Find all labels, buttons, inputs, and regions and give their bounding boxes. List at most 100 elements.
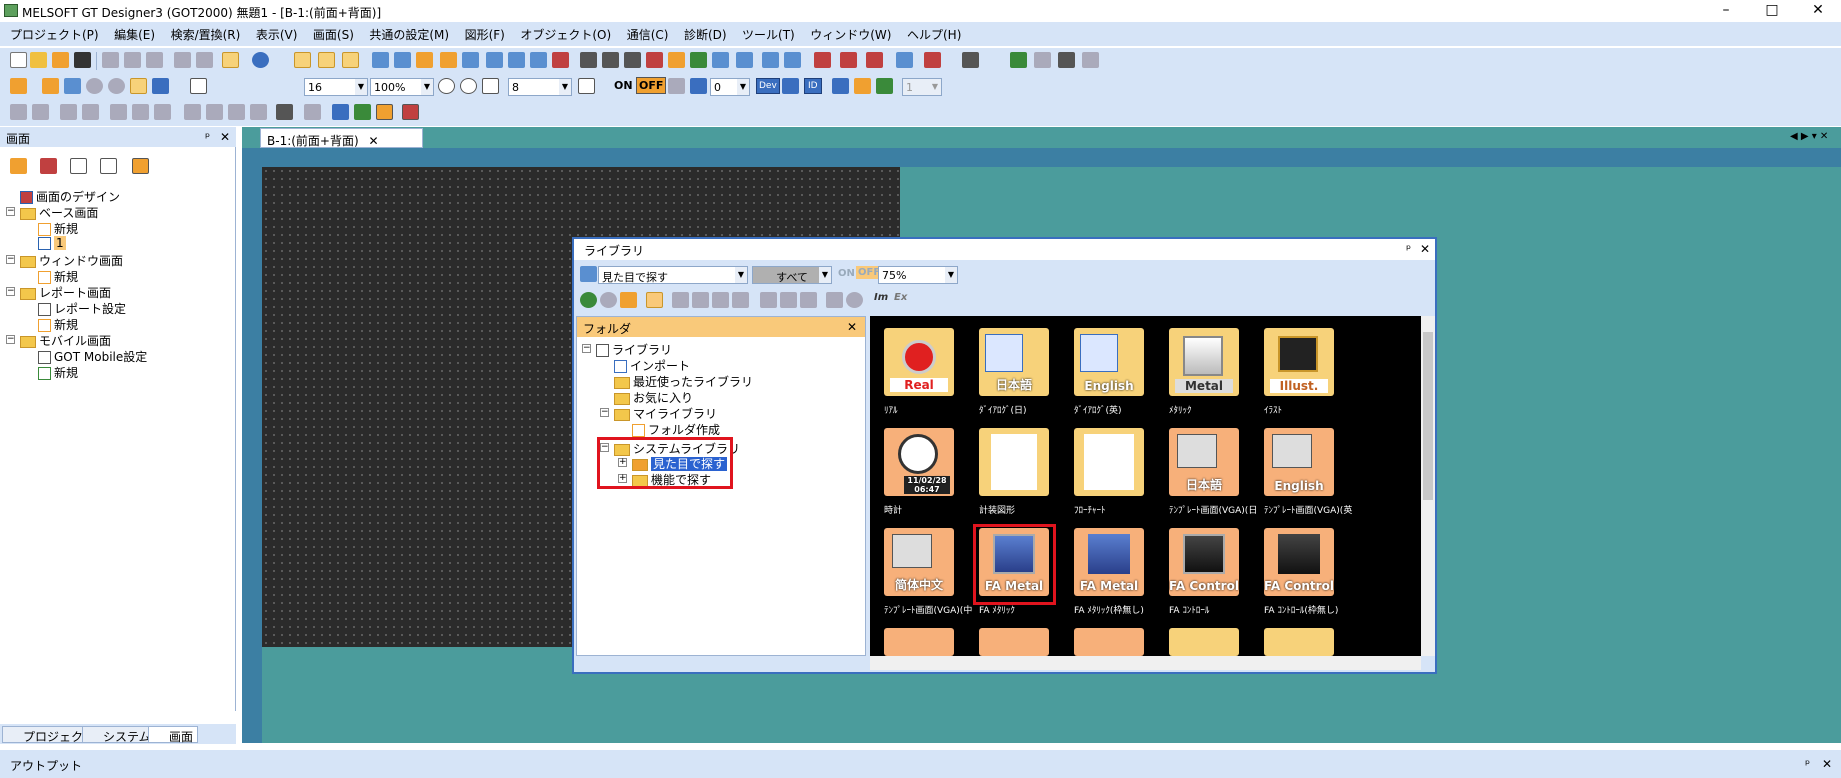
lib-item-fa-metal-noframe[interactable]: FA Metal <box>1074 528 1144 596</box>
open-folder-icon[interactable] <box>52 52 69 68</box>
lib-item-partial-4[interactable] <box>1169 628 1239 656</box>
menu-search[interactable]: 検索/置換(R) <box>165 22 247 43</box>
lib-item-partial-5[interactable] <box>1264 628 1334 656</box>
screen-icon-2[interactable] <box>318 52 335 68</box>
comm-icon-3[interactable] <box>624 52 641 68</box>
lib-edit-icon-2[interactable] <box>692 292 709 308</box>
sim-icon-3[interactable] <box>1058 52 1075 68</box>
new-icon[interactable] <box>10 52 27 68</box>
display-icon-3[interactable] <box>876 78 893 94</box>
comm-icon-7[interactable] <box>712 52 729 68</box>
lib-item-clock[interactable]: 11/02/28 06:47 <box>884 428 954 496</box>
output-pin-icon[interactable]: ᵖ <box>1805 757 1810 771</box>
comm-icon-4[interactable] <box>646 52 663 68</box>
open-icon[interactable] <box>30 52 47 68</box>
output-close-icon[interactable]: ✕ <box>1822 757 1832 771</box>
zoom-find-icon[interactable] <box>190 78 207 94</box>
expand-toggle[interactable]: − <box>6 287 15 296</box>
tab-screen[interactable]: 画面 <box>148 726 199 744</box>
tree-base-new[interactable]: 新規 <box>38 220 78 237</box>
lib-item-instrument[interactable] <box>979 428 1049 496</box>
lib-tree-favorites[interactable]: お気に入り <box>614 389 693 406</box>
open-screen-icon[interactable] <box>70 158 87 174</box>
sim-icon-1[interactable] <box>1010 52 1027 68</box>
folder-close-icon[interactable]: ✕ <box>847 320 857 334</box>
add-icon[interactable] <box>10 78 27 94</box>
scrollbar-thumb[interactable] <box>1423 332 1433 500</box>
arrow-right-icon[interactable] <box>690 78 707 94</box>
tool-icon-2[interactable] <box>924 52 941 68</box>
doc-nav-icons[interactable]: ◀ ▶ ▾ ✕ <box>1790 131 1828 142</box>
flip-icon-2[interactable] <box>206 104 223 120</box>
property-icon[interactable] <box>100 158 117 174</box>
close-window-button[interactable]: ✕ <box>1795 0 1841 22</box>
lib-item-metal[interactable]: Metal <box>1169 328 1239 396</box>
undo-icon[interactable] <box>174 52 191 68</box>
dev-button[interactable]: Dev <box>756 78 780 94</box>
transfer-icon-1[interactable] <box>814 52 831 68</box>
folder-view-icon[interactable] <box>646 292 663 308</box>
lib-item-flowchart[interactable] <box>1074 428 1144 496</box>
select-cursor-icon[interactable] <box>222 52 239 68</box>
icon-pane-hscrollbar[interactable] <box>870 656 1421 670</box>
lib-zoom-select[interactable]: 75% ▼ <box>878 266 958 284</box>
redo-icon[interactable] <box>196 52 213 68</box>
off-toggle[interactable]: OFF <box>636 77 667 94</box>
color-icon[interactable] <box>152 78 169 94</box>
lib-item-fa-control-noframe[interactable]: FA Control <box>1264 528 1334 596</box>
display-icon-1[interactable] <box>832 78 849 94</box>
expand-toggle[interactable]: − <box>6 255 15 264</box>
lib-item-template-jp[interactable]: 日本語 <box>1169 428 1239 496</box>
order-icon-1[interactable] <box>110 104 127 120</box>
parts-icon[interactable] <box>440 52 457 68</box>
icon-pane-scrollbar[interactable] <box>1421 316 1435 656</box>
abc-icon[interactable] <box>736 52 753 68</box>
lib-on-toggle[interactable]: ON <box>838 268 855 279</box>
pin-icon[interactable]: ᵖ <box>205 130 210 144</box>
tree-report-new[interactable]: 新規 <box>38 316 78 333</box>
sim-icon-4[interactable] <box>1082 52 1099 68</box>
station-select[interactable]: 0 ▼ <box>710 78 750 96</box>
on-toggle[interactable]: ON <box>614 79 633 92</box>
tree-mobile-setting[interactable]: GOT Mobile設定 <box>38 348 147 365</box>
screen-icon-1[interactable] <box>294 52 311 68</box>
menu-edit[interactable]: 編集(E) <box>108 22 161 43</box>
menu-view[interactable]: 表示(V) <box>250 22 304 43</box>
doc-tab-close-icon[interactable]: ✕ <box>369 134 379 148</box>
lib-item-template-cn[interactable]: 简体中文 <box>884 528 954 596</box>
forward-icon[interactable] <box>600 292 617 308</box>
rotate-icon-1[interactable] <box>228 104 245 120</box>
rename-icon[interactable] <box>826 292 843 308</box>
tree-report-setting[interactable]: レポート設定 <box>38 300 126 317</box>
group-icon-2[interactable] <box>82 104 99 120</box>
menu-object[interactable]: オブジェクト(O) <box>514 22 617 43</box>
zoom-out-icon[interactable] <box>460 78 477 94</box>
library-close-icon[interactable]: ✕ <box>1420 242 1430 256</box>
delete-icon[interactable] <box>732 292 749 308</box>
tree-mobile-new[interactable]: 新規 <box>38 364 78 381</box>
lib-tree-my-library[interactable]: マイライブラリ <box>614 405 717 422</box>
menu-figure[interactable]: 図形(F) <box>459 22 511 43</box>
font-size-select[interactable]: 16 ▼ <box>304 78 368 96</box>
edit-icon[interactable] <box>276 104 293 120</box>
list-icon[interactable] <box>486 52 503 68</box>
check-icon[interactable] <box>132 158 149 174</box>
filter-select[interactable]: すべて ▼ <box>752 266 832 284</box>
help-icon[interactable] <box>252 52 269 68</box>
lib-item-partial-1[interactable] <box>884 628 954 656</box>
menu-communication[interactable]: 通信(C) <box>621 22 675 43</box>
lib-tree-root[interactable]: ライブラリ <box>596 341 672 358</box>
tool-icon-1[interactable] <box>896 52 913 68</box>
info-icon[interactable] <box>846 292 863 308</box>
align-icon-1[interactable] <box>10 104 27 120</box>
screen-list-icon[interactable] <box>64 78 81 94</box>
device-icon[interactable] <box>394 52 411 68</box>
tree-base-1[interactable]: 1 <box>38 236 66 250</box>
paste-icon[interactable] <box>146 52 163 68</box>
find-icon[interactable] <box>372 52 389 68</box>
lib-item-partial-2[interactable] <box>979 628 1049 656</box>
screen-icon-3[interactable] <box>342 52 359 68</box>
nav-icon-3[interactable] <box>376 104 393 120</box>
comm-icon-5[interactable] <box>668 52 685 68</box>
expand-toggle[interactable]: − <box>582 344 591 353</box>
